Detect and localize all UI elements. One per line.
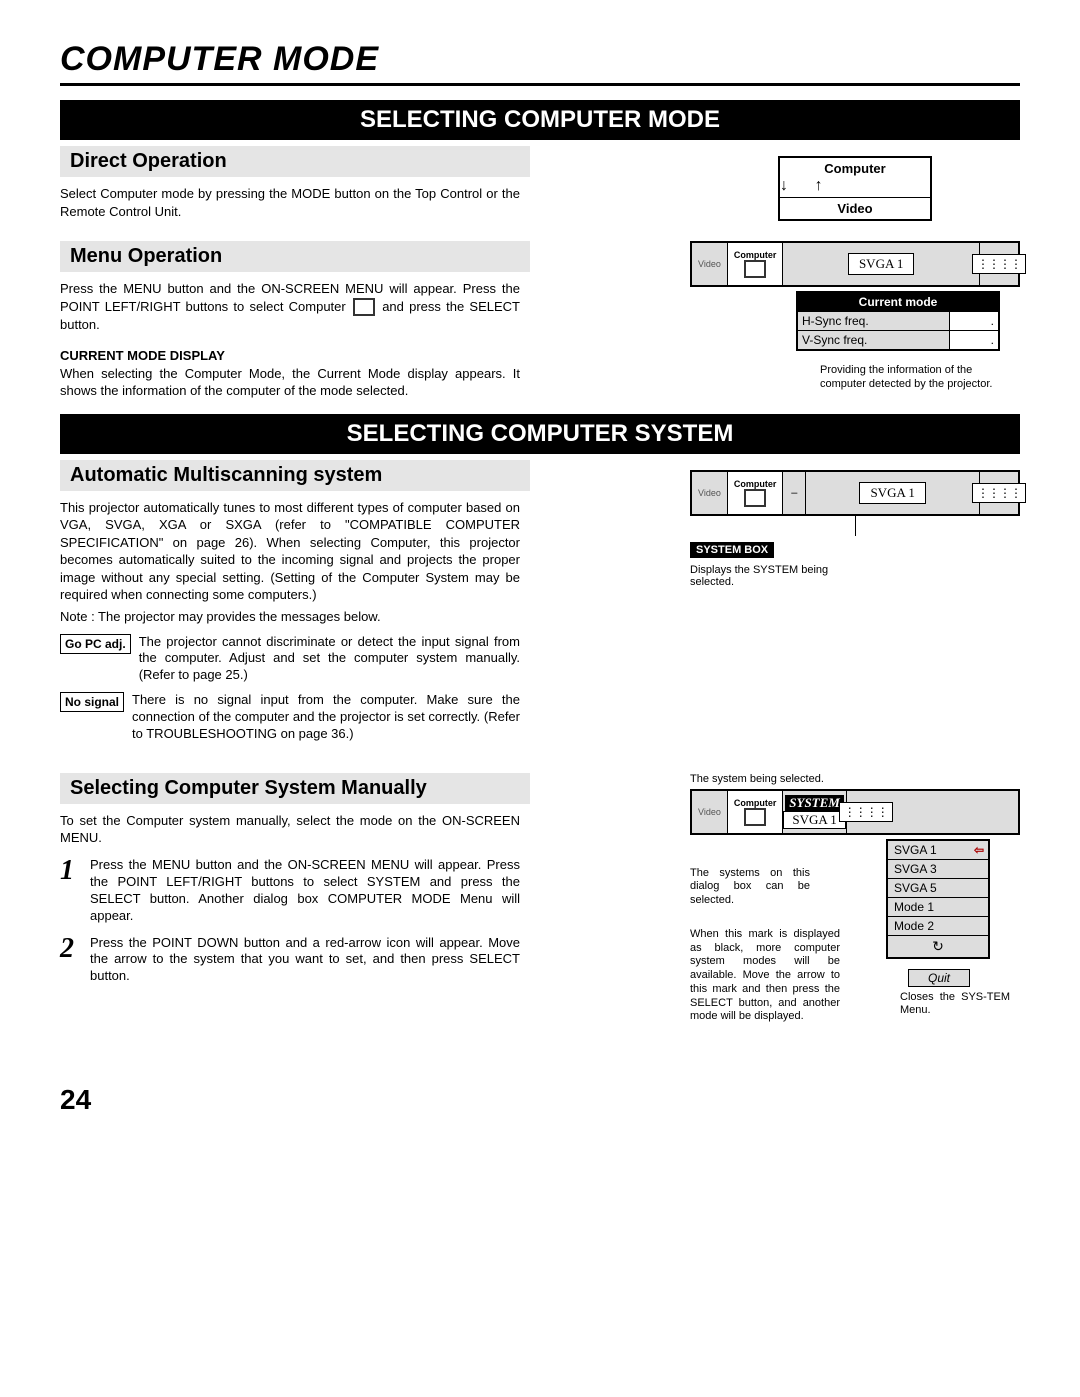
quit-button[interactable]: Quit	[908, 969, 970, 987]
opt-svga1[interactable]: SVGA 1	[888, 841, 988, 860]
go-pc-adj-text: The projector cannot discriminate or det…	[139, 634, 520, 685]
section-selecting-mode: SELECTING COMPUTER MODE	[60, 100, 1020, 140]
mode-computer: Computer	[780, 158, 930, 179]
current-mode-display-text: When selecting the Computer Mode, the Cu…	[60, 365, 520, 400]
hash-icon: ⋮⋮⋮⋮	[839, 802, 893, 822]
more-icon[interactable]: ↻	[888, 936, 988, 957]
step-1-num: 1	[60, 857, 90, 885]
sub-auto-multiscan: Automatic Multiscanning system	[60, 460, 530, 491]
cap-top: The system being selected.	[690, 773, 1020, 787]
page-title: COMPUTER MODE	[60, 40, 1020, 86]
computer-icon	[744, 808, 766, 826]
cap-when: When this mark is displayed as black, mo…	[690, 928, 840, 1024]
step-1-text: Press the MENU button and the ON-SCREEN …	[90, 857, 520, 925]
step-2-text: Press the POINT DOWN button and a red-ar…	[90, 935, 520, 986]
mode-video: Video	[780, 197, 930, 219]
sub-direct-operation: Direct Operation	[60, 146, 530, 177]
current-mode-display-head: CURRENT MODE DISPLAY	[60, 348, 530, 363]
auto-note: Note : The projector may provides the me…	[60, 608, 520, 626]
cm-caption: Providing the information of the compute…	[820, 363, 1000, 392]
go-pc-adj-label: Go PC adj.	[60, 634, 131, 654]
computer-icon	[744, 489, 766, 507]
page-number: 24	[60, 1084, 1020, 1116]
opt-svga3[interactable]: SVGA 3	[888, 860, 988, 879]
opt-mode2[interactable]: Mode 2	[888, 917, 988, 936]
svga-label: SVGA 1	[848, 253, 914, 275]
cap-left: The systems on this dialog box can be se…	[690, 867, 810, 908]
sub-menu-operation: Menu Operation	[60, 241, 530, 272]
menu-text: Press the MENU button and the ON-SCREEN …	[60, 280, 520, 334]
computer-icon	[744, 260, 766, 278]
menu-strip-3: Video Computer SYSTEMSVGA 1 ⋮⋮⋮⋮	[690, 789, 1020, 835]
hash-icon: ⋮⋮⋮⋮	[972, 483, 1026, 503]
mode-diagram: Computer ↓ ↑ Video	[778, 156, 932, 221]
system-box-text: Displays the SYSTEM being selected.	[690, 564, 840, 588]
auto-text: This projector automatically tunes to mo…	[60, 499, 520, 604]
system-dropdown[interactable]: SVGA 1 SVGA 3 SVGA 5 Mode 1 Mode 2 ↻	[886, 839, 990, 959]
menu-strip-1: Video Computer SVGA 1 ⋮⋮⋮⋮	[690, 241, 1020, 287]
current-mode-box: Current mode H-Sync freq.. V-Sync freq..	[796, 291, 1000, 351]
manual-text: To set the Computer system manually, sel…	[60, 812, 520, 847]
opt-svga5[interactable]: SVGA 5	[888, 879, 988, 898]
menu-strip-2: Video Computer – SVGA 1 ⋮⋮⋮⋮	[690, 470, 1020, 516]
direct-text: Select Computer mode by pressing the MOD…	[60, 185, 520, 220]
cap-quit: Closes the SYS-TEM Menu.	[900, 991, 1010, 1019]
arrow-down-icon: ↓ ↑	[780, 179, 930, 197]
step-2-num: 2	[60, 935, 90, 963]
sub-manual: Selecting Computer System Manually	[60, 773, 530, 804]
opt-mode1[interactable]: Mode 1	[888, 898, 988, 917]
no-signal-label: No signal	[60, 692, 124, 712]
hash-icon: ⋮⋮⋮⋮	[972, 254, 1026, 274]
section-selecting-system: SELECTING COMPUTER SYSTEM	[60, 414, 1020, 454]
computer-icon	[353, 298, 375, 316]
no-signal-text: There is no signal input from the comput…	[132, 692, 520, 743]
system-box-label: SYSTEM BOX	[690, 542, 774, 558]
